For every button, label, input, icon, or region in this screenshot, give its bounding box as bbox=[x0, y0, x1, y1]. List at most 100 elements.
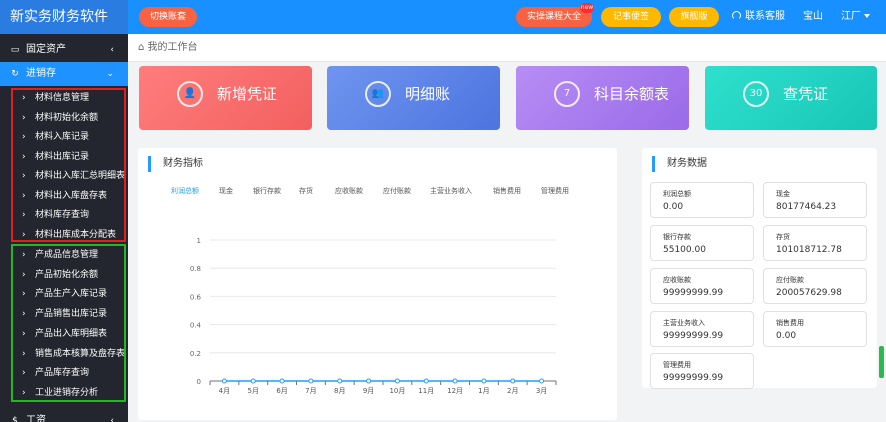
course-button[interactable]: 实操课程大全 new bbox=[516, 3, 594, 27]
company-menu[interactable]: 江厂 bbox=[841, 0, 870, 34]
x-tick-label: 12月 bbox=[447, 387, 463, 395]
data-value: 55100.00 bbox=[663, 245, 706, 255]
indicator-chart: 0 0.2 0.4 0.6 0.8 1 4月 5月 6月 7月 8月 9月 10月 11月 12月 1月 2月 3… bbox=[190, 237, 557, 395]
data-point bbox=[308, 378, 314, 384]
data-point bbox=[510, 378, 516, 384]
data-label: 利润总额 bbox=[663, 190, 691, 198]
switch-account-button[interactable]: 切换账套 bbox=[139, 7, 197, 27]
data-point bbox=[394, 378, 400, 384]
x-tick-label: 1月 bbox=[478, 387, 489, 395]
data-label: 现金 bbox=[776, 190, 790, 198]
x-tick-label: 5月 bbox=[248, 387, 259, 395]
new-badge: new bbox=[580, 3, 594, 13]
data-value: 80177464.23 bbox=[776, 202, 837, 212]
x-tick-label: 10月 bbox=[389, 387, 405, 395]
data-label: 应付账款 bbox=[776, 276, 804, 284]
user-name[interactable]: 宝山 bbox=[803, 0, 823, 34]
contact-service-link[interactable]: 联系客服 bbox=[732, 0, 785, 34]
data-card-bank[interactable]: 银行存款 55100.00 bbox=[650, 225, 754, 261]
card-label: 明细账 bbox=[405, 85, 451, 103]
data-point bbox=[337, 378, 343, 384]
data-point bbox=[250, 378, 256, 384]
note-button[interactable]: 记事便签 bbox=[601, 7, 661, 27]
home-icon: ⌂ bbox=[138, 42, 145, 53]
data-card-admin-expense[interactable]: 管理费用 99999999.99 bbox=[650, 353, 754, 389]
sidebar-item-label: 工资 bbox=[26, 415, 46, 422]
data-point bbox=[452, 378, 458, 384]
company-label: 江厂 bbox=[841, 11, 861, 22]
x-tick-label: 8月 bbox=[334, 387, 345, 395]
new-voucher-card[interactable]: 👤 新增凭证 bbox=[139, 66, 312, 130]
card-label: 查凭证 bbox=[783, 85, 829, 103]
sidebar-item-fixed-assets[interactable]: ▭ 固定资产 ‹ bbox=[0, 38, 128, 62]
scrollbar-thumb[interactable] bbox=[879, 346, 884, 378]
finance-indicators-panel: 财务指标 利润总额 现金 银行存款 存货 应收账款 应付账款 主营业务收入 销售… bbox=[138, 148, 617, 420]
calendar-7-icon: 7 bbox=[554, 81, 580, 107]
dollar-icon: $ bbox=[12, 416, 18, 422]
sidebar-item-wages[interactable]: $ 工资 ‹ bbox=[0, 409, 128, 422]
y-tick-label: 0.6 bbox=[190, 293, 202, 301]
edition-button[interactable]: 旗舰版 bbox=[669, 7, 719, 27]
query-voucher-card[interactable]: 30 查凭证 bbox=[705, 66, 877, 130]
data-label: 存货 bbox=[776, 233, 790, 241]
breadcrumb-label[interactable]: 我的工作台 bbox=[148, 42, 198, 53]
chevron-left-icon: ‹ bbox=[110, 416, 114, 422]
x-tick-label: 3月 bbox=[536, 387, 547, 395]
balance-sheet-card[interactable]: 7 科目余额表 bbox=[516, 66, 689, 130]
sidebar-item-label: 进销存 bbox=[26, 68, 56, 79]
x-tick-label: 6月 bbox=[276, 387, 287, 395]
chevron-left-icon: ‹ bbox=[110, 45, 114, 55]
x-tick-label: 2月 bbox=[507, 387, 518, 395]
data-value: 99999999.99 bbox=[663, 373, 724, 383]
sidebar-item-label: 固定资产 bbox=[26, 44, 66, 55]
x-tick-label: 7月 bbox=[305, 387, 316, 395]
people-icon: 👥 bbox=[365, 81, 391, 107]
data-label: 主营业务收入 bbox=[663, 319, 705, 327]
y-tick-label: 0 bbox=[197, 378, 201, 386]
data-point bbox=[539, 378, 545, 384]
card-label: 新增凭证 bbox=[217, 85, 278, 103]
data-point bbox=[221, 378, 227, 384]
calendar-30-icon: 30 bbox=[743, 81, 769, 107]
x-tick-label: 11月 bbox=[418, 387, 434, 395]
data-value: 101018712.78 bbox=[776, 245, 842, 255]
data-label: 销售费用 bbox=[776, 319, 804, 327]
data-value: 0.00 bbox=[663, 202, 684, 212]
panel-title: 财务数据 bbox=[652, 156, 707, 172]
chevron-down-icon: ⌄ bbox=[106, 69, 114, 79]
data-label: 管理费用 bbox=[663, 361, 691, 369]
data-point bbox=[481, 378, 487, 384]
data-value: 200057629.98 bbox=[776, 288, 842, 298]
data-card-main-revenue[interactable]: 主营业务收入 99999999.99 bbox=[650, 311, 754, 347]
data-point bbox=[366, 378, 372, 384]
headset-icon bbox=[732, 11, 741, 20]
top-bar: 新实务财务软件 切换账套 实操课程大全 new 记事便签 旗舰版 联系客服 宝山… bbox=[0, 0, 886, 34]
y-tick-label: 0.4 bbox=[190, 322, 202, 330]
data-card-sales-expense[interactable]: 销售费用 0.00 bbox=[763, 311, 867, 347]
data-value: 0.00 bbox=[776, 331, 797, 341]
data-card-receivable[interactable]: 应收账款 99999999.99 bbox=[650, 268, 754, 304]
y-tick-label: 1 bbox=[197, 237, 201, 245]
data-card-profit[interactable]: 利润总额 0.00 bbox=[650, 182, 754, 218]
contact-service-label: 联系客服 bbox=[745, 11, 785, 22]
data-value: 99999999.99 bbox=[663, 288, 724, 298]
sidebar-item-inventory[interactable]: ↻ 进销存 ⌄ bbox=[0, 62, 128, 86]
highlight-box-products bbox=[11, 244, 126, 402]
finance-data-panel: 财务数据 利润总额 0.00 现金 80177464.23 银行存款 55100… bbox=[642, 148, 877, 389]
sidebar: ▭ 固定资产 ‹ ↻ 进销存 ⌄ › 材料信息管理 › 材料初始化余额 › 材料入库记录 … bbox=[0, 34, 128, 422]
course-label: 实操课程大全 bbox=[526, 12, 581, 22]
user-plus-icon: 👤 bbox=[177, 81, 203, 107]
card-label: 科目余额表 bbox=[594, 85, 670, 103]
data-card-cash[interactable]: 现金 80177464.23 bbox=[763, 182, 867, 218]
data-label: 银行存款 bbox=[663, 233, 691, 241]
breadcrumb: ⌂ 我的工作台 bbox=[128, 34, 886, 62]
data-label: 应收账款 bbox=[663, 276, 691, 284]
data-card-stock[interactable]: 存货 101018712.78 bbox=[763, 225, 867, 261]
y-tick-label: 0.2 bbox=[190, 350, 201, 358]
data-point bbox=[423, 378, 429, 384]
highlight-box-materials bbox=[11, 88, 126, 242]
monitor-icon: ▭ bbox=[10, 45, 20, 55]
data-card-payable[interactable]: 应付账款 200057629.98 bbox=[763, 268, 867, 304]
caret-down-icon bbox=[864, 14, 870, 18]
ledger-detail-card[interactable]: 👥 明细账 bbox=[327, 66, 500, 130]
